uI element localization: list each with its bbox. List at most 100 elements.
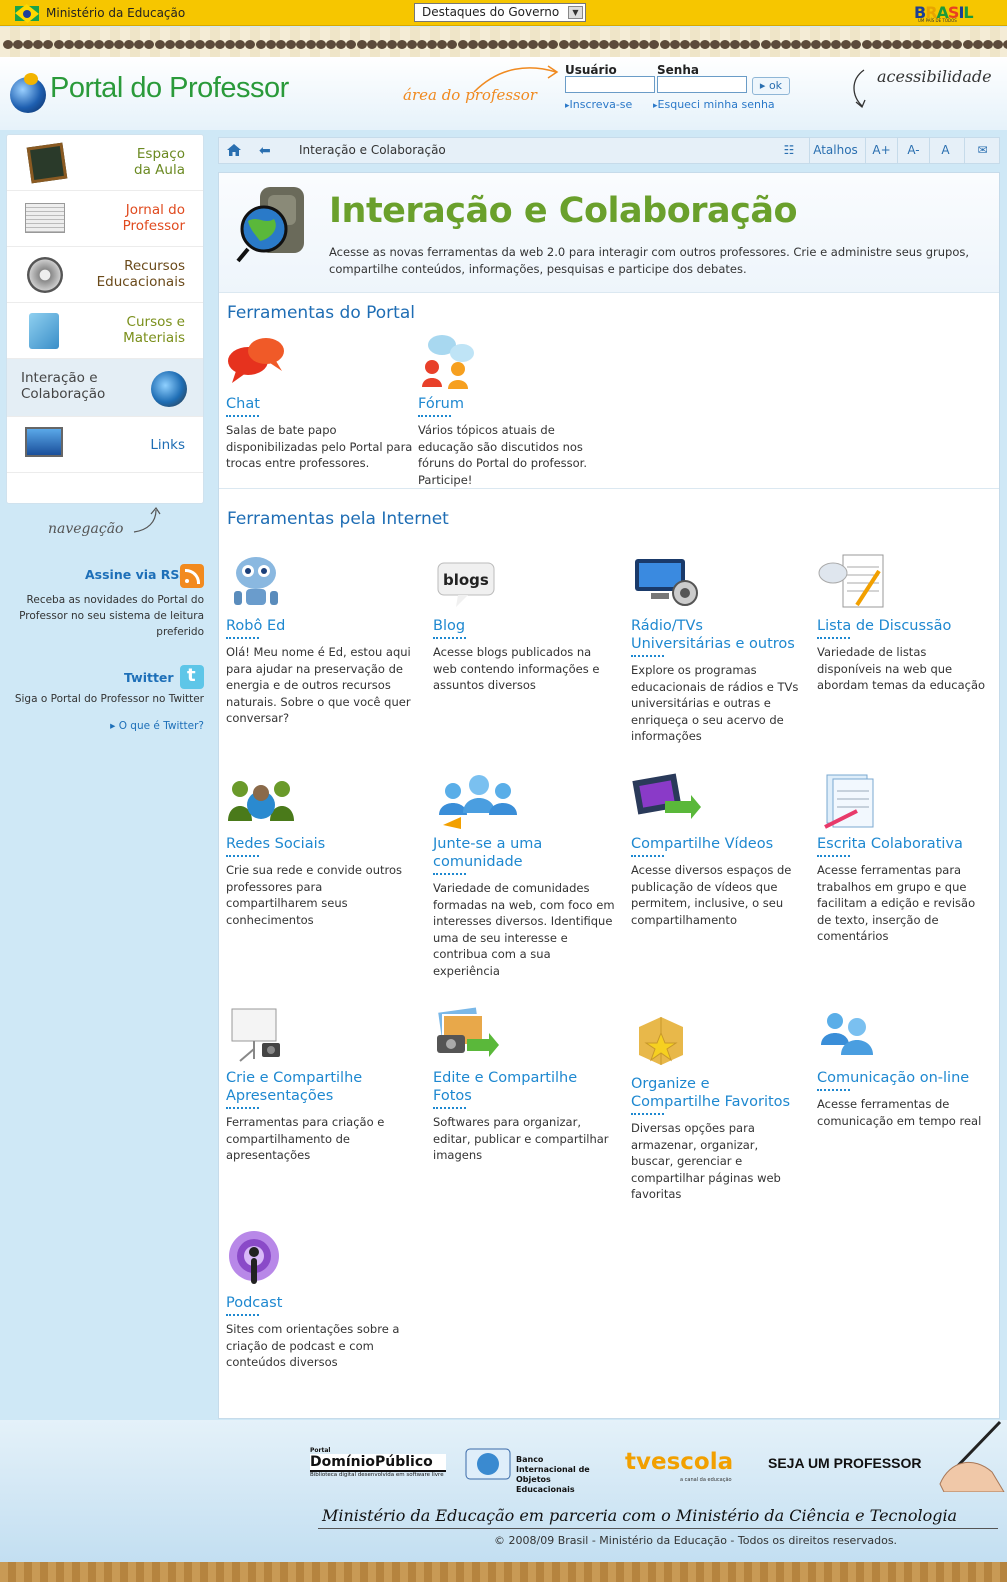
- portal-globe-icon[interactable]: [10, 73, 46, 113]
- rss-icon[interactable]: [180, 564, 204, 588]
- tool-title[interactable]: Crie e Compartilhe Apresentações: [226, 1069, 416, 1105]
- copyright: © 2008/09 Brasil - Ministério da Educaçã…: [494, 1534, 898, 1547]
- tool-title[interactable]: Escrita Colaborativa: [817, 835, 992, 853]
- tool-title[interactable]: Rádio/TVs Universitárias e outros: [631, 617, 803, 653]
- tool-title[interactable]: Comunicação on-line: [817, 1069, 992, 1087]
- bioe-logo[interactable]: Banco Internacional de Objetos Educacion…: [464, 1447, 604, 1494]
- bead-dot: [699, 40, 710, 49]
- bead-dot: [942, 40, 953, 49]
- tool-title[interactable]: Compartilhe Vídeos: [631, 835, 803, 853]
- seja-professor-logo[interactable]: SEJA UM PROFESSOR: [768, 1455, 922, 1471]
- rss-link[interactable]: Assine via RSS: [85, 567, 188, 582]
- logo-main-label: DomínioPúblico: [310, 1454, 446, 1472]
- sitemap-icon[interactable]: ☷: [774, 138, 804, 163]
- login-ok-button[interactable]: ▸ ok: [752, 77, 790, 95]
- dotted-divider: [226, 855, 259, 857]
- tool-blog[interactable]: blogs Blog Acesse blogs publicados na we…: [433, 553, 618, 694]
- bead-dot: [245, 40, 256, 49]
- mail-icon[interactable]: ✉: [964, 138, 1000, 163]
- tool-redes-sociais[interactable]: Redes Sociais Crie sua rede e convide ou…: [226, 771, 416, 928]
- tool-chat[interactable]: Chat Salas de bate papo disponibilizadas…: [226, 331, 416, 472]
- font-increase-button[interactable]: A+: [865, 138, 897, 163]
- breadcrumb-current: Interação e Colaboração: [299, 143, 446, 157]
- shortcuts-link[interactable]: Atalhos: [809, 138, 861, 163]
- username-input[interactable]: [565, 76, 655, 93]
- main-content: Interação e Colaboração Acesse as novas …: [218, 172, 1000, 1419]
- tool-title[interactable]: Fórum: [418, 395, 608, 413]
- tool-title[interactable]: Chat: [226, 395, 416, 413]
- what-is-twitter-link[interactable]: ▸ O que é Twitter?: [14, 720, 204, 732]
- tool-fotos[interactable]: Edite e Compartilhe Fotos Softwares para…: [433, 1005, 618, 1164]
- ok-label: ok: [768, 79, 783, 92]
- sidebar-item-label: Jornal do Professor: [122, 202, 185, 234]
- tool-radio-tv[interactable]: Rádio/TVs Universitárias e outros Explor…: [631, 553, 803, 745]
- tool-title[interactable]: Blog: [433, 617, 618, 635]
- tool-title[interactable]: Lista de Discussão: [817, 617, 992, 635]
- tool-title[interactable]: Podcast: [226, 1294, 416, 1312]
- bead-dot: [518, 40, 529, 49]
- tool-title[interactable]: Edite e Compartilhe Fotos: [433, 1069, 618, 1105]
- tool-description: Acesse diversos espaços de publicação de…: [631, 863, 792, 927]
- bead-dot: [901, 40, 912, 49]
- sidebar-item-interacao[interactable]: Interação e Colaboração: [7, 359, 203, 417]
- sidebar-item-label: Recursos Educacionais: [96, 258, 185, 290]
- bead-dot: [952, 40, 963, 49]
- tool-robo-ed[interactable]: Robô Ed Olá! Meu nome é Ed, estou aqui p…: [226, 553, 416, 727]
- forgot-password-link[interactable]: Esqueci minha senha: [653, 98, 775, 111]
- select-value: Destaques do Governo: [422, 5, 560, 19]
- bead-dot: [477, 40, 488, 49]
- bead-dot: [800, 40, 811, 49]
- bead-dot: [982, 40, 993, 49]
- tool-comunidade[interactable]: Junte-se a uma comunidade Variedade de c…: [433, 771, 618, 979]
- bead-dot: [1002, 40, 1007, 49]
- tool-forum[interactable]: Fórum Vários tópicos atuais de educação …: [418, 331, 608, 488]
- password-input[interactable]: [657, 76, 747, 93]
- bead-dot: [83, 40, 94, 49]
- tool-title[interactable]: Organize e Compartilhe Favoritos: [631, 1075, 803, 1111]
- tool-podcast[interactable]: Podcast Sites com orientações sobre a cr…: [226, 1230, 416, 1371]
- dotted-divider: [631, 1113, 664, 1115]
- sidebar-item-cursos[interactable]: Cursos e Materiais: [7, 303, 203, 359]
- font-decrease-button[interactable]: A-: [897, 138, 929, 163]
- sidebar-item-links[interactable]: Links: [7, 417, 203, 473]
- tool-favoritos[interactable]: Organize e Compartilhe Favoritos Diversa…: [631, 1005, 803, 1203]
- ministry-label[interactable]: Ministério da Educação: [46, 6, 185, 20]
- dominio-publico-logo[interactable]: Portal DomínioPúblico Biblioteca digital…: [310, 1447, 446, 1478]
- tool-compartilhe-videos[interactable]: Compartilhe Vídeos Acesse diversos espaç…: [631, 771, 803, 928]
- home-icon[interactable]: [227, 144, 241, 156]
- sidebar-item-jornal[interactable]: Jornal do Professor: [7, 191, 203, 247]
- bead-dot: [295, 40, 306, 49]
- tv-escola-logo[interactable]: tvescola: [625, 1449, 733, 1475]
- twitter-link[interactable]: Twitter: [124, 670, 174, 685]
- back-arrow-icon[interactable]: ⬅: [259, 143, 271, 159]
- bead-dot: [972, 40, 983, 49]
- tool-comunicacao-online[interactable]: Comunicação on-line Acesse ferramentas d…: [817, 1005, 992, 1129]
- dotted-divider: [817, 637, 850, 639]
- bead-dot: [932, 40, 943, 49]
- photo-share-icon: [435, 1005, 499, 1057]
- tool-description: Sites com orientações sobre a criação de…: [226, 1322, 400, 1369]
- bead-dot: [558, 40, 569, 49]
- sidebar-item-recursos[interactable]: Recursos Educacionais: [7, 247, 203, 303]
- tool-title[interactable]: Redes Sociais: [226, 835, 416, 853]
- font-normal-button[interactable]: A: [929, 138, 961, 163]
- sidebar-nav: Espaço da Aula Jornal do Professor Recur…: [6, 134, 204, 504]
- signup-link[interactable]: Inscreva-se: [565, 98, 633, 111]
- sidebar-item-espaco-aula[interactable]: Espaço da Aula: [7, 135, 203, 191]
- government-highlights-select[interactable]: Destaques do Governo ▼: [414, 3, 586, 22]
- tool-apresentacoes[interactable]: Crie e Compartilhe Apresentações Ferrame…: [226, 1005, 416, 1164]
- accessibility-link[interactable]: acessibilidade: [877, 67, 992, 86]
- twitter-icon[interactable]: [180, 665, 204, 689]
- bead-dot: [427, 40, 438, 49]
- tool-escrita-colaborativa[interactable]: Escrita Colaborativa Acesse ferramentas …: [817, 771, 992, 945]
- tool-description: Ferramentas para criação e compartilhame…: [226, 1115, 385, 1162]
- bead-dot: [154, 40, 165, 49]
- bead-dot: [538, 40, 549, 49]
- tool-title[interactable]: Junte-se a uma comunidade: [433, 835, 618, 871]
- tool-lista-discussao[interactable]: Lista de Discussão Variedade de listas d…: [817, 553, 992, 694]
- site-title[interactable]: Portal do Professor: [50, 72, 289, 105]
- tool-description: Acesse blogs publicados na web contendo …: [433, 645, 600, 692]
- tool-title[interactable]: Robô Ed: [226, 617, 416, 635]
- chevron-down-icon[interactable]: ▼: [568, 6, 583, 19]
- page-description: Acesse as novas ferramentas da web 2.0 p…: [329, 245, 970, 276]
